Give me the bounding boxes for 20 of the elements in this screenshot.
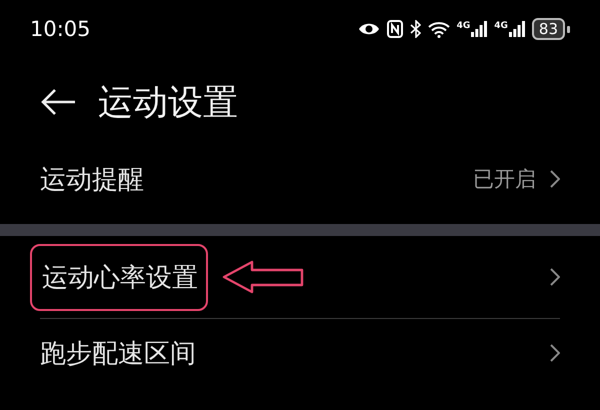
page-title: 运动设置	[98, 82, 238, 124]
signal-icon	[471, 21, 488, 37]
network-type: 4G	[494, 21, 508, 31]
eye-icon	[358, 22, 380, 36]
signal-icon	[508, 21, 525, 37]
setting-label[interactable]: 跑步配速区间	[40, 336, 196, 370]
nfc-icon	[386, 20, 403, 38]
back-arrow-icon[interactable]	[40, 88, 76, 116]
setting-value: 已开启	[473, 166, 536, 193]
chevron-icon	[550, 170, 560, 188]
network-type: 4G	[456, 21, 470, 31]
battery-level: 83	[532, 18, 565, 40]
setting-label[interactable]: 运动心率设置	[30, 244, 208, 310]
pointer-arrow-icon	[222, 260, 304, 294]
chevron-icon	[550, 268, 560, 286]
chevron-icon	[550, 344, 560, 362]
bluetooth-icon	[410, 20, 421, 38]
clock-time: 10:05	[30, 17, 91, 41]
wifi-icon	[428, 20, 450, 38]
setting-label[interactable]: 运动提醒	[40, 162, 144, 196]
